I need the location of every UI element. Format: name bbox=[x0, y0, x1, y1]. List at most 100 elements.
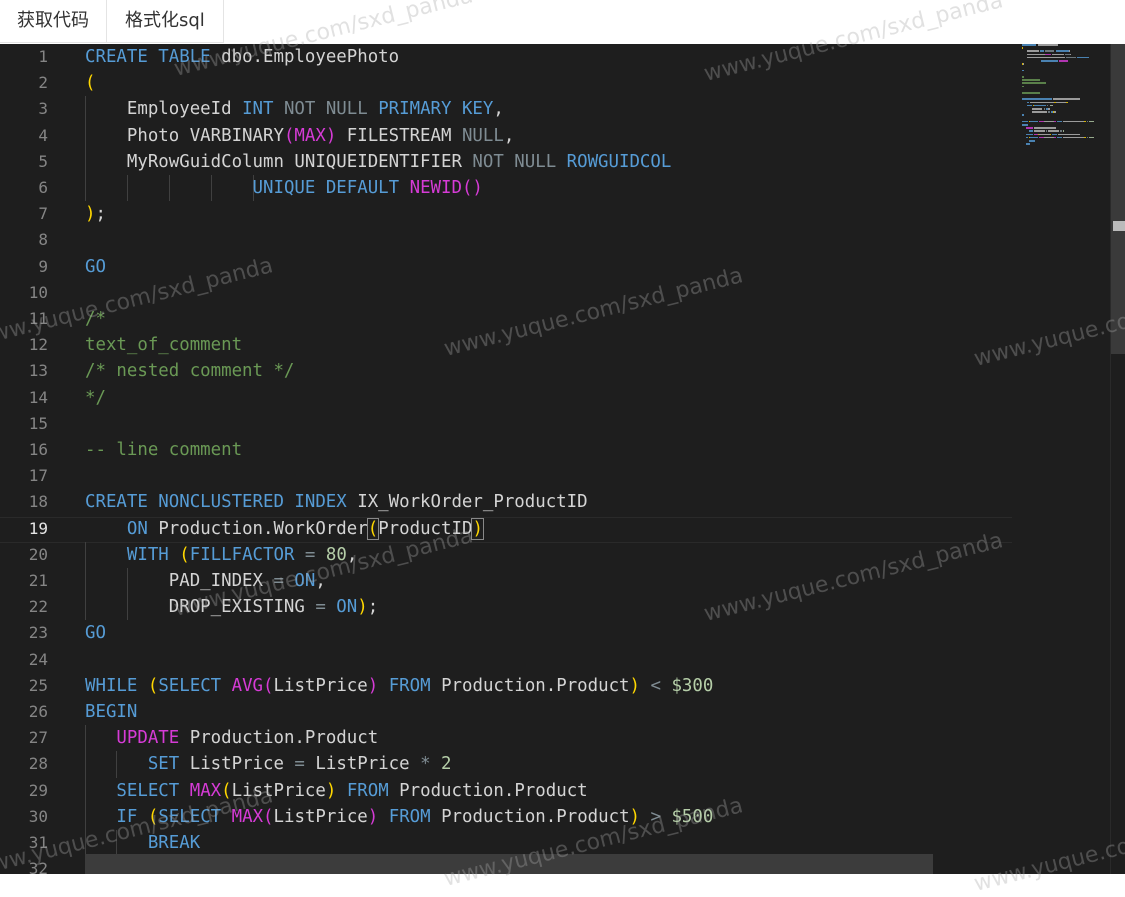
minimap-token bbox=[1022, 98, 1052, 100]
code-token: UPDATE bbox=[116, 728, 190, 749]
line-number: 25 bbox=[28, 675, 48, 695]
tab-format-sql[interactable]: 格式化sql bbox=[107, 0, 224, 43]
minimap-token bbox=[1022, 44, 1037, 46]
code-line[interactable]: 27 UPDATE Production.Product bbox=[0, 725, 1020, 752]
minimap-token bbox=[1055, 101, 1067, 104]
code-line[interactable]: 13 /* nested comment */ bbox=[0, 358, 1020, 384]
code-line[interactable]: 20 WITH (FILLFACTOR = 80, bbox=[0, 541, 1020, 568]
code-token: AVG bbox=[231, 675, 264, 696]
code-line[interactable]: 11 /* bbox=[0, 306, 1020, 332]
code-token: ON bbox=[336, 597, 358, 618]
minimap-token bbox=[1052, 104, 1054, 107]
minimap-token bbox=[1058, 133, 1080, 136]
code-line[interactable]: 18 CREATE NONCLUSTERED INDEX IX_WorkOrder… bbox=[0, 489, 1020, 515]
minimap-token bbox=[1066, 56, 1076, 59]
code-token: Production.Product bbox=[441, 806, 630, 827]
code-line[interactable]: 3 EmployeeId INT NOT NULL PRIMARY KEY, bbox=[0, 96, 1020, 123]
minimap-token bbox=[1026, 101, 1030, 104]
code-token: 80 bbox=[325, 544, 347, 565]
code-line[interactable]: 9 GO bbox=[0, 254, 1020, 280]
code-line[interactable]: 15 bbox=[0, 411, 1020, 437]
code-line[interactable]: 14 */ bbox=[0, 385, 1020, 411]
line-number: 22 bbox=[28, 597, 48, 617]
minimap-token bbox=[1049, 133, 1051, 136]
code-token: , bbox=[503, 125, 515, 146]
minimap-token bbox=[1022, 79, 1040, 81]
code-line[interactable]: 6 UNIQUE DEFAULT NEWID() bbox=[0, 175, 1020, 202]
code-line[interactable]: 17 bbox=[0, 463, 1020, 489]
vertical-scrollbar-thumb[interactable] bbox=[1111, 44, 1125, 354]
line-number: 11 bbox=[28, 309, 48, 328]
code-line[interactable]: 30 IF (SELECT MAX(ListPrice) FROM Produc… bbox=[0, 803, 1020, 830]
code-line[interactable]: 12 text_of_comment bbox=[0, 332, 1020, 358]
vertical-scrollbar[interactable] bbox=[1110, 44, 1125, 874]
code-token: Production.Product bbox=[189, 728, 379, 749]
code-line[interactable]: 21 PAD_INDEX = ON, bbox=[0, 568, 1020, 595]
minimap-token bbox=[1029, 130, 1033, 132]
code-line[interactable]: 29 SELECT MAX(ListPrice) FROM Production… bbox=[0, 777, 1020, 804]
line-number: 1 bbox=[38, 47, 48, 66]
minimap-token bbox=[1025, 127, 1033, 129]
code-line[interactable]: 24 bbox=[0, 647, 1020, 673]
line-number: 7 bbox=[38, 204, 48, 224]
code-token: 2 bbox=[441, 754, 452, 775]
code-token: ) bbox=[357, 597, 368, 618]
code-text: CREATE NONCLUSTERED INDEX IX_WorkOrder_P… bbox=[85, 489, 588, 515]
code-token: BREAK bbox=[147, 833, 201, 853]
line-number: 26 bbox=[28, 702, 48, 721]
minimap-token bbox=[1084, 136, 1086, 139]
code-token: ( bbox=[221, 780, 232, 801]
code-token: ) bbox=[629, 806, 641, 827]
code-line[interactable]: 10 bbox=[0, 280, 1020, 306]
tab-get-code[interactable]: 获取代码 bbox=[0, 0, 107, 43]
code-token: Production.WorkOrder bbox=[158, 518, 368, 539]
code-line[interactable]: 23 GO bbox=[0, 620, 1020, 646]
code-line[interactable]: 5 MyRowGuidColumn UNIQUEIDENTIFIER NOT N… bbox=[0, 148, 1020, 175]
minimap-token bbox=[1030, 136, 1038, 139]
code-line[interactable]: 31 BREAK bbox=[0, 830, 1020, 857]
code-token: ) bbox=[325, 780, 337, 801]
code-line[interactable]: 8 bbox=[0, 227, 1020, 253]
line-number: 18 bbox=[28, 492, 48, 512]
code-editor[interactable]: 1 CREATE TABLE dbo.EmployeePhoto 2(3 Emplo… bbox=[0, 44, 1125, 874]
code-line[interactable]: 16 -- line comment bbox=[0, 437, 1020, 463]
minimap[interactable] bbox=[1022, 44, 1110, 164]
code-text: IF (SELECT MAX(ListPrice) FROM Productio… bbox=[85, 804, 713, 830]
code-token: CREATE NONCLUSTERED INDEX bbox=[85, 492, 358, 513]
code-token: FILESTREAM bbox=[336, 125, 462, 146]
minimap-token bbox=[1066, 101, 1068, 104]
code-text: ( bbox=[85, 70, 95, 96]
code-line[interactable]: 2( bbox=[0, 70, 1020, 96]
minimap-token bbox=[1048, 111, 1050, 113]
code-line[interactable]: 4 Photo VARBINARY(MAX) FILESTREAM NULL, bbox=[0, 122, 1020, 149]
code-line[interactable]: 19 ON Production.WorkOrder(ProductID) bbox=[0, 516, 1020, 543]
minimap-token bbox=[1044, 53, 1051, 56]
code-token: FILLFACTOR bbox=[189, 544, 305, 565]
minimap-token bbox=[1059, 60, 1068, 62]
minimap-token bbox=[1025, 136, 1028, 139]
code-line[interactable]: 28 SET ListPrice = ListPrice * 2 bbox=[0, 751, 1020, 778]
code-line[interactable]: 7); bbox=[0, 201, 1020, 227]
code-line[interactable]: 22 DROP_EXISTING = ON); bbox=[0, 594, 1020, 621]
code-line[interactable]: 25 WHILE (SELECT AVG(ListPrice) FROM Prod… bbox=[0, 673, 1020, 699]
horizontal-scrollbar[interactable] bbox=[85, 854, 933, 874]
code-line[interactable]: 26 BEGIN bbox=[0, 699, 1020, 725]
code-token: ; bbox=[95, 204, 106, 225]
code-token: EmployeeId bbox=[85, 99, 243, 120]
minimap-token bbox=[1023, 63, 1025, 65]
code-text: CREATE TABLE dbo.EmployeePhoto bbox=[85, 44, 399, 70]
code-token: ListPrice bbox=[273, 675, 368, 696]
code-token: ) bbox=[629, 675, 641, 696]
code-text: UNIQUE DEFAULT NEWID() bbox=[85, 175, 483, 201]
code-token: ( bbox=[179, 544, 190, 565]
code-token: ListPrice bbox=[315, 754, 421, 775]
code-line[interactable]: 1 CREATE TABLE dbo.EmployeePhoto bbox=[0, 44, 1020, 70]
code-token: CREATE TABLE bbox=[85, 47, 222, 67]
code-token: > bbox=[640, 806, 672, 827]
minimap-token bbox=[1022, 85, 1025, 88]
line-number: 12 bbox=[28, 335, 48, 355]
